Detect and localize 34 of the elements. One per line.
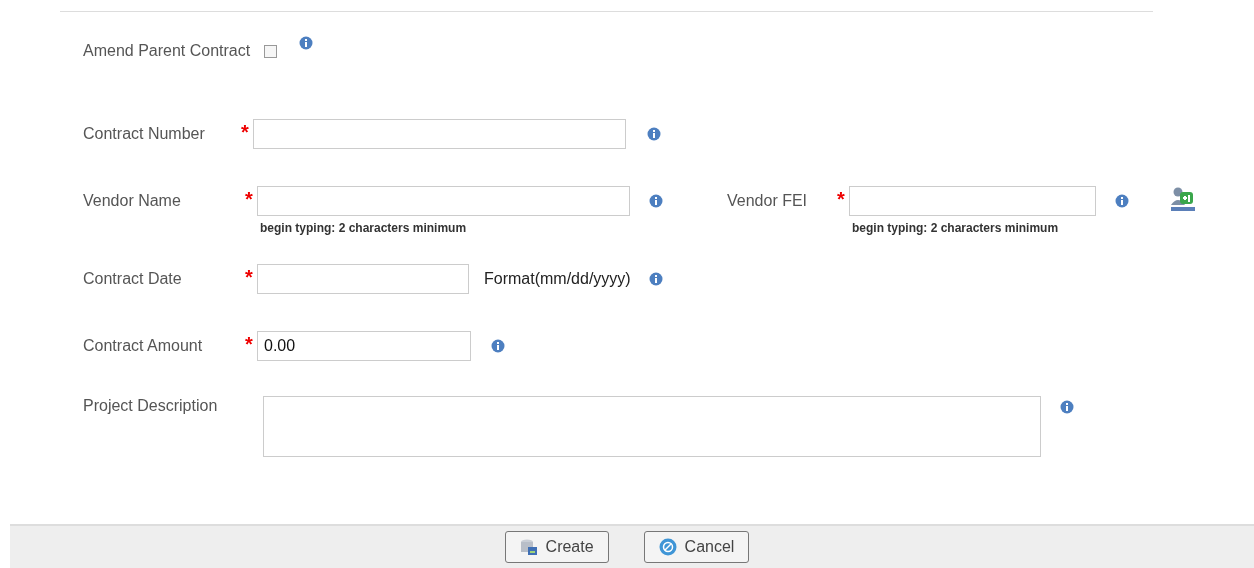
info-icon[interactable] xyxy=(1115,194,1129,208)
field-label: Vendor FEI xyxy=(727,191,809,211)
field-label: Vendor Name xyxy=(83,191,182,211)
field-label: Contract Date xyxy=(83,269,183,289)
vendor-fei-field[interactable] xyxy=(849,186,1096,216)
database-save-icon xyxy=(519,538,538,556)
contract-number-field[interactable] xyxy=(253,119,626,149)
required-asterisk: * xyxy=(241,120,250,145)
hint-text: begin typing: 2 characters minimum xyxy=(852,221,1060,235)
vendor-name-field[interactable] xyxy=(257,186,630,216)
required-asterisk: * xyxy=(837,187,846,212)
add-person-icon[interactable] xyxy=(1169,186,1197,212)
field-label: Contract Number xyxy=(83,124,206,144)
info-icon[interactable] xyxy=(491,339,505,353)
required-asterisk: * xyxy=(245,187,254,212)
contract-date-field[interactable] xyxy=(257,264,469,294)
date-format-text: Format(mm/dd/yyyy) xyxy=(484,269,631,289)
hint-text: begin typing: 2 characters minimum xyxy=(260,221,468,235)
amend-checkbox[interactable] xyxy=(264,44,278,58)
field-label: Project Description xyxy=(83,396,219,416)
info-icon[interactable] xyxy=(648,272,663,286)
project-description-field[interactable] xyxy=(263,396,1041,457)
contract-amount-field[interactable]: 0.00 xyxy=(257,331,471,361)
required-asterisk: * xyxy=(245,265,254,290)
cancel-icon xyxy=(658,538,677,556)
info-icon[interactable] xyxy=(1060,400,1074,414)
create-button[interactable]: Create xyxy=(504,531,609,563)
info-icon[interactable] xyxy=(647,127,661,141)
info-icon[interactable] xyxy=(649,194,663,208)
cancel-button[interactable]: Cancel xyxy=(643,531,750,563)
amend-label: Amend Parent Contract xyxy=(83,41,251,61)
info-icon[interactable] xyxy=(299,36,314,50)
field-label: Contract Amount xyxy=(83,336,204,356)
required-asterisk: * xyxy=(245,332,254,357)
